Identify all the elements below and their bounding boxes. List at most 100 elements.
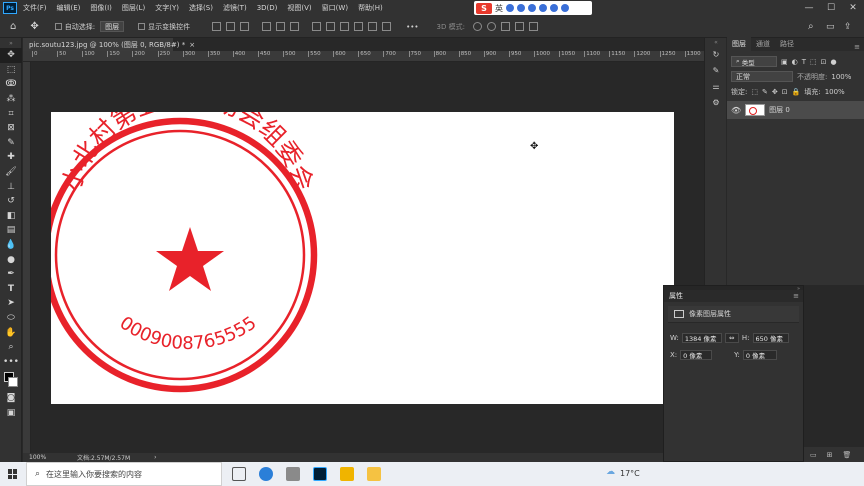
type-tool-icon[interactable]: T bbox=[0, 282, 22, 297]
marquee-tool-icon[interactable]: ⬚ bbox=[0, 63, 22, 78]
distribute-1-icon[interactable] bbox=[312, 22, 322, 31]
properties-menu-icon[interactable]: ≡ bbox=[793, 292, 799, 300]
menu-type[interactable]: 文字(Y) bbox=[155, 3, 179, 13]
menu-window[interactable]: 窗口(W) bbox=[322, 3, 348, 13]
folder-icon[interactable] bbox=[367, 467, 381, 481]
taskbar-app-icon[interactable] bbox=[286, 467, 300, 481]
menu-help[interactable]: 帮助(H) bbox=[358, 3, 383, 13]
show-transform-checkbox[interactable] bbox=[138, 23, 148, 31]
distribute-2-icon[interactable] bbox=[326, 22, 336, 31]
blur-tool-icon[interactable]: 💧 bbox=[0, 238, 22, 253]
delete-layer-icon[interactable]: 🗑 bbox=[843, 451, 852, 459]
3d-scale-icon[interactable] bbox=[528, 22, 538, 31]
document-canvas[interactable]: 小北村第五节运动会组委会 0009008765555 bbox=[42, 83, 674, 404]
home-icon[interactable]: ⌂ bbox=[10, 21, 16, 32]
toolbox-icon[interactable] bbox=[561, 4, 569, 12]
distribute-5-icon[interactable] bbox=[368, 22, 378, 31]
crop-tool-icon[interactable]: ⌗ bbox=[0, 106, 22, 121]
microphone-icon[interactable] bbox=[528, 4, 536, 12]
align-middle-icon[interactable] bbox=[276, 22, 286, 31]
zoom-tool-icon[interactable]: ⌕ bbox=[0, 340, 22, 355]
path-selection-tool-icon[interactable]: ➤ bbox=[0, 296, 22, 311]
move-tool-icon[interactable]: ✥ bbox=[30, 21, 38, 32]
lasso-tool-icon[interactable]: ↂ bbox=[0, 77, 22, 92]
toolbox-collapse-icon[interactable]: » bbox=[0, 38, 22, 48]
filter-pixel-icon[interactable]: ▣ bbox=[781, 58, 788, 66]
emoji-icon[interactable] bbox=[517, 4, 525, 12]
hand-tool-icon[interactable]: ✋ bbox=[0, 325, 22, 340]
menu-3d[interactable]: 3D(D) bbox=[257, 4, 278, 12]
screen-mode-icon[interactable]: ▣ bbox=[0, 406, 22, 421]
menu-image[interactable]: 图像(I) bbox=[90, 3, 112, 13]
align-bottom-icon[interactable] bbox=[290, 22, 300, 31]
file-explorer-icon[interactable] bbox=[340, 467, 354, 481]
3d-rotate-icon[interactable] bbox=[472, 22, 482, 31]
windows-start-icon[interactable] bbox=[8, 469, 18, 479]
weather-temp[interactable]: 17°C bbox=[620, 469, 640, 478]
auto-select-checkbox[interactable] bbox=[54, 23, 65, 31]
ime-lang[interactable]: 英 bbox=[495, 3, 503, 14]
lock-pixels-icon[interactable]: ✎ bbox=[762, 88, 768, 96]
auto-select-dropdown[interactable]: 图层 bbox=[100, 21, 125, 32]
background-color-swatch[interactable] bbox=[8, 377, 18, 388]
properties-panel-icon[interactable]: ⚌ bbox=[705, 78, 727, 94]
history-panel-icon[interactable]: ↻ bbox=[705, 46, 727, 62]
healing-brush-tool-icon[interactable]: ✚ bbox=[0, 150, 22, 165]
clone-stamp-tool-icon[interactable]: ⊥ bbox=[0, 179, 22, 194]
lock-all-icon[interactable]: 🔒 bbox=[792, 88, 801, 96]
filter-kind-dropdown[interactable]: ⌕ 类型 bbox=[731, 56, 777, 67]
brush-tool-icon[interactable]: 🖌 bbox=[0, 165, 22, 180]
align-left-icon[interactable] bbox=[212, 22, 222, 31]
edge-browser-icon[interactable] bbox=[259, 467, 273, 481]
punctuation-icon[interactable] bbox=[506, 4, 514, 12]
quick-mask-icon[interactable]: ◙ bbox=[0, 391, 22, 406]
width-field[interactable]: 1384 像素 bbox=[681, 332, 722, 343]
panel-menu-icon[interactable]: ≡ bbox=[854, 43, 860, 51]
distribute-3-icon[interactable] bbox=[340, 22, 350, 31]
shape-tool-icon[interactable]: ⬭ bbox=[0, 311, 22, 326]
edit-toolbar-icon[interactable]: ••• bbox=[0, 354, 22, 369]
3d-pan-icon[interactable] bbox=[500, 22, 510, 31]
x-field[interactable]: 0 像素 bbox=[680, 349, 713, 360]
zoom-level[interactable]: 100% bbox=[29, 454, 63, 461]
filter-toggle-icon[interactable]: ● bbox=[831, 58, 837, 66]
taskbar-search-box[interactable]: ⌕ 在这里输入你要搜索的内容 bbox=[26, 462, 222, 486]
layer-name[interactable]: 图层 0 bbox=[769, 105, 790, 115]
filter-smart-icon[interactable]: ⊡ bbox=[821, 58, 827, 66]
share-icon[interactable]: ⇪ bbox=[844, 22, 852, 32]
status-arrow-icon[interactable]: › bbox=[154, 454, 156, 461]
lock-position-icon[interactable]: ✥ bbox=[772, 88, 778, 96]
lock-artboard-icon[interactable]: ⊡ bbox=[782, 88, 788, 96]
history-brush-tool-icon[interactable]: ↺ bbox=[0, 194, 22, 209]
filter-adjust-icon[interactable]: ◐ bbox=[792, 58, 798, 66]
move-tool-icon[interactable]: ✥ bbox=[0, 48, 22, 63]
distribute-6-icon[interactable] bbox=[382, 22, 392, 31]
menu-edit[interactable]: 编辑(E) bbox=[57, 3, 81, 13]
tab-channels[interactable]: 通道 bbox=[751, 37, 775, 51]
lock-transparency-icon[interactable]: ⬚ bbox=[751, 88, 758, 96]
eyedropper-tool-icon[interactable]: ✎ bbox=[0, 136, 22, 151]
magic-wand-tool-icon[interactable]: ⁂ bbox=[0, 92, 22, 107]
align-top-icon[interactable] bbox=[262, 22, 272, 31]
ime-toolbar[interactable]: S 英 bbox=[474, 1, 592, 15]
brush-panel-icon[interactable]: ✎ bbox=[705, 62, 727, 78]
menu-view[interactable]: 视图(V) bbox=[287, 3, 311, 13]
link-icon[interactable]: ⇔ bbox=[724, 332, 739, 343]
menu-layer[interactable]: 图层(L) bbox=[122, 3, 145, 13]
maximize-button[interactable]: ☐ bbox=[820, 0, 842, 16]
blend-mode-dropdown[interactable]: 正常 bbox=[731, 71, 793, 82]
color-swatches[interactable] bbox=[0, 369, 22, 391]
eraser-tool-icon[interactable]: ◧ bbox=[0, 209, 22, 224]
menu-select[interactable]: 选择(S) bbox=[189, 3, 213, 13]
height-field[interactable]: 650 像素 bbox=[752, 332, 789, 343]
menu-file[interactable]: 文件(F) bbox=[23, 3, 47, 13]
layer-row[interactable]: 👁 图层 0 bbox=[727, 101, 864, 119]
3d-slide-icon[interactable] bbox=[514, 22, 524, 31]
new-layer-icon[interactable]: ⊞ bbox=[827, 451, 833, 459]
menu-filter[interactable]: 滤镜(T) bbox=[223, 3, 247, 13]
skin-icon[interactable] bbox=[550, 4, 558, 12]
frame-tool-icon[interactable]: ⊠ bbox=[0, 121, 22, 136]
visibility-eye-icon[interactable]: 👁 bbox=[731, 106, 741, 115]
opacity-value[interactable]: 100% bbox=[831, 73, 851, 81]
adjustments-panel-icon[interactable]: ⚙ bbox=[705, 94, 727, 110]
